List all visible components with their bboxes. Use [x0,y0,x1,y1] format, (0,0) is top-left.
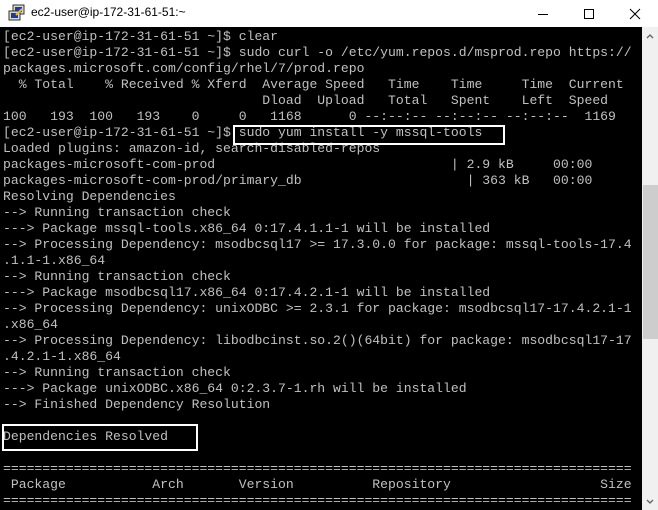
maximize-icon [584,8,594,19]
title-bar[interactable]: ec2-user@ip-172-31-61-51:~ [0,0,658,27]
chevron-down-icon [646,499,654,504]
putty-app-icon[interactable] [8,4,26,22]
vertical-scrollbar[interactable] [642,27,658,510]
terminal-line: Resolving Dependencies [3,189,176,204]
chevron-up-icon [646,33,654,38]
highlight-box-dependencies-resolved [2,424,198,451]
terminal-line: --> Finished Dependency Resolution [3,397,271,412]
terminal-line: --> Processing Dependency: libodbcinst.s… [3,333,632,348]
scroll-thumb[interactable] [643,185,658,339]
terminal-line: % Total % Received % Xferd Average Speed… [3,77,624,92]
scroll-up-button[interactable] [642,27,658,44]
terminal-line: packages-microsoft-com-prod/primary_db |… [3,173,593,188]
terminal-output[interactable]: [ec2-user@ip-172-31-61-51 ~]$ clear [ec2-… [0,27,642,510]
minimize-button[interactable] [520,0,566,27]
scroll-down-button[interactable] [642,493,658,510]
terminal-line: --> Running transaction check [3,205,231,220]
terminal-line: --> Running transaction check [3,365,231,380]
terminal-line: [ec2-user@ip-172-31-61-51 ~]$ sudo curl … [3,45,632,60]
terminal-line: --> Processing Dependency: msodbcsql17 >… [3,237,632,252]
terminal-line: [ec2-user@ip-172-31-61-51 ~]$ clear [3,29,279,44]
terminal-line: .4.2.1-1.x86_64 [3,349,121,364]
close-button[interactable] [612,0,658,27]
highlight-box-yum-install [233,125,505,145]
terminal-line: --> Processing Dependency: unixODBC >= 2… [3,301,632,316]
window-title: ec2-user@ip-172-31-61-51:~ [31,5,186,19]
minimize-icon [538,13,548,15]
terminal-line: packages-microsoft-com-prod | 2.9 kB 00:… [3,157,593,172]
terminal-line: Dload Upload Total Spent Left Speed [3,93,609,108]
terminal-line: packages.microsoft.com/config/rhel/7/pro… [3,61,365,76]
terminal-line: .x86_64 [3,317,59,332]
close-icon [629,8,641,19]
terminal-line: .1.1-1.x86_64 [3,253,106,268]
terminal-line: ========================================… [3,461,632,476]
terminal-line: 100 193 100 193 0 0 1168 0 --:--:-- --:-… [3,109,616,124]
terminal-line: ---> Package unixODBC.x86_64 0:2.3.7-1.r… [3,381,467,396]
terminal-line: ========================================… [3,493,632,508]
maximize-button[interactable] [566,0,612,27]
terminal-line: ---> Package msodbcsql17.x86_64 0:17.4.2… [3,285,491,300]
terminal-line: Package Arch Version Repository Size [3,477,632,492]
terminal-line: ---> Package mssql-tools.x86_64 0:17.4.1… [3,221,491,236]
terminal-line: --> Running transaction check [3,269,231,284]
